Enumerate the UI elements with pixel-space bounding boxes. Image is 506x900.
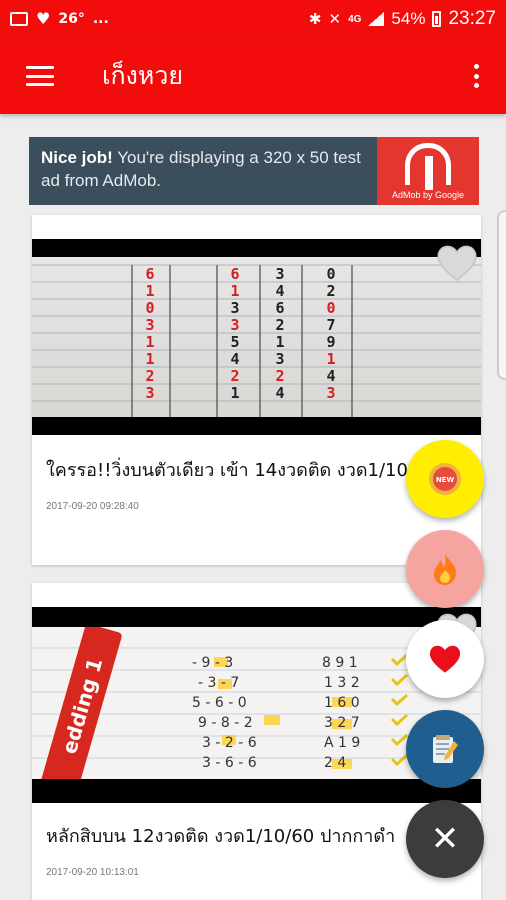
- fire-icon: [434, 554, 457, 585]
- post-date: 2017-09-20 10:13:01: [46, 867, 139, 878]
- grid-number: 3: [275, 350, 284, 368]
- battery-percent-text: 54%: [391, 9, 426, 28]
- svg-text:1 3 2: 1 3 2: [324, 675, 360, 691]
- post-card[interactable]: 66301142036033271519143122243143 ใครรอ!!…: [32, 215, 481, 565]
- network-type-text: 4G: [348, 13, 362, 25]
- menu-icon[interactable]: [26, 66, 54, 86]
- svg-text:1 6 0: 1 6 0: [324, 695, 360, 711]
- ad-headline: Nice job!: [41, 148, 113, 167]
- post-date: 2017-09-20 09:28:40: [46, 501, 139, 512]
- hot-posts-button[interactable]: [406, 530, 484, 608]
- lottery-grid-photo: 66301142036033271519143122243143: [32, 257, 481, 419]
- svg-text:2 4: 2 4: [324, 755, 346, 771]
- grid-number: 3: [326, 384, 335, 402]
- note-icon: [433, 735, 458, 763]
- grid-number: 2: [275, 367, 284, 385]
- heart-notification-icon: ♥: [36, 9, 51, 28]
- more-vert-icon[interactable]: [474, 64, 480, 88]
- close-menu-button[interactable]: ✕: [406, 800, 484, 878]
- grid-number: 7: [326, 316, 335, 334]
- scroll-edge-hint: [497, 210, 506, 380]
- grid-number: 4: [326, 367, 335, 385]
- grid-number: 0: [145, 299, 154, 317]
- ad-text: Nice job! You're displaying a 320 x 50 t…: [29, 137, 377, 205]
- heart-icon: [429, 645, 461, 673]
- svg-text:9 - 8 - 2: 9 - 8 - 2: [198, 715, 253, 731]
- close-icon: ✕: [430, 819, 460, 859]
- grid-number: 1: [230, 384, 239, 402]
- signal-icon: [368, 12, 385, 26]
- grid-number: 3: [230, 299, 239, 317]
- post-thumbnail[interactable]: 66301142036033271519143122243143: [32, 239, 481, 435]
- svg-text:A 1 9: A 1 9: [324, 735, 360, 751]
- grid-number: 4: [230, 350, 239, 368]
- grid-number: 2: [275, 316, 284, 334]
- grid-number: 0: [326, 299, 335, 317]
- temperature-text: 26°: [58, 11, 85, 27]
- grid-number: 2: [326, 282, 335, 300]
- heart-icon[interactable]: [435, 243, 479, 283]
- new-posts-button[interactable]: NEW: [406, 440, 484, 518]
- new-badge-icon: NEW: [429, 463, 461, 495]
- grid-number: 3: [145, 316, 154, 334]
- grid-number: 4: [275, 384, 284, 402]
- mute-icon: ✕: [328, 11, 342, 28]
- svg-text:3 2 7: 3 2 7: [324, 715, 360, 731]
- svg-text:8 9 1: 8 9 1: [322, 655, 358, 671]
- svg-text:- 9 - 3: - 9 - 3: [192, 655, 233, 671]
- grid-number: 3: [275, 265, 284, 283]
- admob-logo: AdMob by Google: [377, 137, 479, 205]
- svg-text:3 - 6 - 6: 3 - 6 - 6: [202, 755, 257, 771]
- grid-number: 6: [145, 265, 154, 283]
- more-notifications-text: ...: [92, 11, 109, 27]
- grid-number: 1: [145, 350, 154, 368]
- number-grid-image: 6 6 3 01 1 4 20 3 6 03 3 2 71 5 1 91 4 3 12 2 2 43 1 4 3: [32, 264, 481, 419]
- svg-text:3 - 2 - 6: 3 - 2 - 6: [202, 735, 257, 751]
- grid-number: 0: [326, 265, 335, 283]
- grid-number: 1: [326, 350, 335, 368]
- status-bar: ♥ 26° ... ✱ ✕ 4G 54% 23:27: [0, 0, 506, 38]
- new-badge-label: NEW: [436, 476, 455, 484]
- grid-number: 5: [230, 333, 239, 351]
- grid-number: 9: [326, 333, 335, 351]
- app-title: เก็งหวย: [102, 61, 184, 90]
- grid-number: 1: [145, 333, 154, 351]
- grid-number: 2: [145, 367, 154, 385]
- ad-brand: AdMob by Google: [391, 189, 465, 200]
- ad-banner[interactable]: Nice job! You're displaying a 320 x 50 t…: [29, 137, 479, 205]
- grid-number: 2: [230, 367, 239, 385]
- grid-number: 1: [145, 282, 154, 300]
- battery-icon: [432, 11, 442, 27]
- bluetooth-icon: ✱: [308, 11, 322, 28]
- svg-text:5 - 6 - 0: 5 - 6 - 0: [192, 695, 247, 711]
- grid-number: 4: [275, 282, 284, 300]
- notes-button[interactable]: [406, 710, 484, 788]
- favorites-button[interactable]: [406, 620, 484, 698]
- grid-number: 3: [145, 384, 154, 402]
- image-notification-icon: [10, 12, 28, 26]
- clock-text: 23:27: [448, 8, 496, 29]
- grid-number: 6: [230, 265, 239, 283]
- svg-text:- 3 - 7: - 3 - 7: [198, 675, 239, 691]
- grid-number: 6: [275, 299, 284, 317]
- grid-number: 3: [230, 316, 239, 334]
- admob-logo-icon: [405, 142, 451, 190]
- app-bar: เก็งหวย: [0, 38, 506, 114]
- grid-number: 1: [275, 333, 284, 351]
- grid-number: 1: [230, 282, 239, 300]
